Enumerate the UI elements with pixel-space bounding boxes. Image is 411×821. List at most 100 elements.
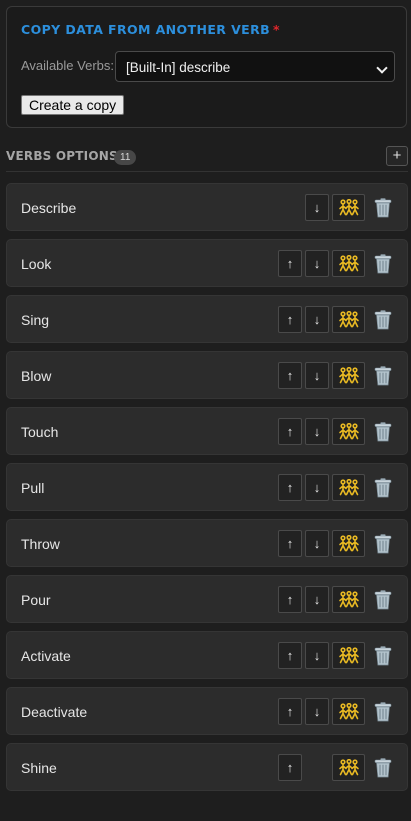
move-down-button[interactable]: ↓	[305, 306, 329, 333]
move-down-button[interactable]: ↓	[305, 418, 329, 445]
delete-verb-button[interactable]	[373, 421, 393, 443]
available-verbs-select[interactable]: [Built-In] describe	[115, 51, 395, 82]
trash-icon	[374, 477, 392, 498]
verb-item[interactable]: Pour ↑ ↓	[6, 575, 408, 623]
actors-button[interactable]	[332, 194, 365, 221]
actors-button[interactable]	[332, 754, 365, 781]
move-up-button[interactable]: ↑	[278, 754, 302, 781]
verb-item-controls: ↓	[278, 194, 393, 221]
people-icon	[338, 702, 360, 721]
delete-verb-button[interactable]	[373, 757, 393, 779]
verb-item-controls: ↑ ↓	[278, 306, 393, 333]
actors-button[interactable]	[332, 250, 365, 277]
verb-item[interactable]: Blow ↑ ↓	[6, 351, 408, 399]
copy-panel-title-text: COPY DATA FROM ANOTHER VERB	[21, 22, 271, 37]
move-up-button[interactable]: ↑	[278, 306, 302, 333]
trash-icon	[374, 421, 392, 442]
delete-verb-button[interactable]	[373, 477, 393, 499]
actors-button[interactable]	[332, 698, 365, 725]
delete-verb-button[interactable]	[373, 365, 393, 387]
move-down-button[interactable]: ↓	[305, 250, 329, 277]
move-up-button[interactable]: ↑	[278, 362, 302, 389]
verb-item-controls: ↑ ↓	[278, 586, 393, 613]
move-down-placeholder	[305, 754, 332, 781]
actors-button[interactable]	[332, 362, 365, 389]
move-up-button[interactable]: ↑	[278, 586, 302, 613]
move-down-button[interactable]: ↓	[305, 698, 329, 725]
verb-item-label: Pour	[21, 592, 51, 608]
verb-item-label: Touch	[21, 424, 59, 440]
move-down-button[interactable]: ↓	[305, 530, 329, 557]
verb-item-controls: ↑ ↓	[278, 642, 393, 669]
verb-item-label: Deactivate	[21, 704, 88, 720]
move-down-button[interactable]: ↓	[305, 194, 329, 221]
verb-item[interactable]: Look ↑ ↓	[6, 239, 408, 287]
people-icon	[338, 366, 360, 385]
delete-verb-button[interactable]	[373, 589, 393, 611]
delete-verb-button[interactable]	[373, 533, 393, 555]
verb-item[interactable]: Deactivate ↑ ↓	[6, 687, 408, 735]
move-up-button[interactable]: ↑	[278, 698, 302, 725]
actors-button[interactable]	[332, 586, 365, 613]
people-icon	[338, 254, 360, 273]
move-down-button[interactable]: ↓	[305, 362, 329, 389]
delete-verb-button[interactable]	[373, 309, 393, 331]
people-icon	[338, 590, 360, 609]
verb-item-controls: ↑	[278, 754, 393, 781]
move-up-button[interactable]: ↑	[278, 642, 302, 669]
people-icon	[338, 534, 360, 553]
verb-item-label: Shine	[21, 760, 57, 776]
add-verb-button[interactable]: +	[386, 146, 408, 166]
verb-list: Describe ↓ Look ↑ ↓ Sing ↑ ↓ Blow ↑ ↓ Touch ↑ ↓ Pull ↑ ↓…	[6, 183, 408, 799]
trash-icon	[374, 701, 392, 722]
people-icon	[338, 310, 360, 329]
verb-item[interactable]: Describe ↓	[6, 183, 408, 231]
delete-verb-button[interactable]	[373, 645, 393, 667]
verb-item-label: Describe	[21, 200, 77, 216]
verb-item-controls: ↑ ↓	[278, 418, 393, 445]
available-verbs-selected-value: [Built-In] describe	[126, 60, 231, 75]
verb-item[interactable]: Pull ↑ ↓	[6, 463, 408, 511]
move-down-button[interactable]: ↓	[305, 474, 329, 501]
move-up-button[interactable]: ↑	[278, 250, 302, 277]
move-up-button[interactable]: ↑	[278, 474, 302, 501]
verb-item[interactable]: Throw ↑ ↓	[6, 519, 408, 567]
actors-button[interactable]	[332, 306, 365, 333]
verb-item-label: Sing	[21, 312, 50, 328]
verb-item[interactable]: Activate ↑ ↓	[6, 631, 408, 679]
actors-button[interactable]	[332, 530, 365, 557]
verbs-options-title: VERBS OPTIONS	[6, 149, 118, 163]
people-icon	[338, 422, 360, 441]
verb-item-controls: ↑ ↓	[278, 698, 393, 725]
move-up-button[interactable]: ↑	[278, 418, 302, 445]
delete-verb-button[interactable]	[373, 253, 393, 275]
create-copy-button[interactable]: Create a copy	[21, 95, 125, 115]
verb-item-label: Blow	[21, 368, 52, 384]
required-marker: *	[273, 22, 280, 37]
copy-verb-panel: COPY DATA FROM ANOTHER VERB * Available V…	[6, 6, 407, 128]
verb-item[interactable]: Shine ↑	[6, 743, 408, 791]
people-icon	[338, 198, 360, 217]
actors-button[interactable]	[332, 642, 365, 669]
verb-item[interactable]: Sing ↑ ↓	[6, 295, 408, 343]
trash-icon	[374, 197, 392, 218]
copy-panel-title: COPY DATA FROM ANOTHER VERB *	[21, 22, 280, 37]
trash-icon	[374, 365, 392, 386]
move-down-button[interactable]: ↓	[305, 586, 329, 613]
trash-icon	[374, 309, 392, 330]
trash-icon	[374, 757, 392, 778]
available-verbs-label: Available Verbs:	[21, 58, 114, 73]
verbs-count-badge: 11	[114, 150, 137, 165]
move-up-button[interactable]: ↑	[278, 530, 302, 557]
move-down-button[interactable]: ↓	[305, 642, 329, 669]
verb-item[interactable]: Touch ↑ ↓	[6, 407, 408, 455]
actors-button[interactable]	[332, 474, 365, 501]
delete-verb-button[interactable]	[373, 197, 393, 219]
verb-item-label: Activate	[21, 648, 71, 664]
delete-verb-button[interactable]	[373, 701, 393, 723]
verb-item-controls: ↑ ↓	[278, 250, 393, 277]
section-divider	[6, 171, 408, 172]
verb-item-controls: ↑ ↓	[278, 362, 393, 389]
actors-button[interactable]	[332, 418, 365, 445]
people-icon	[338, 478, 360, 497]
